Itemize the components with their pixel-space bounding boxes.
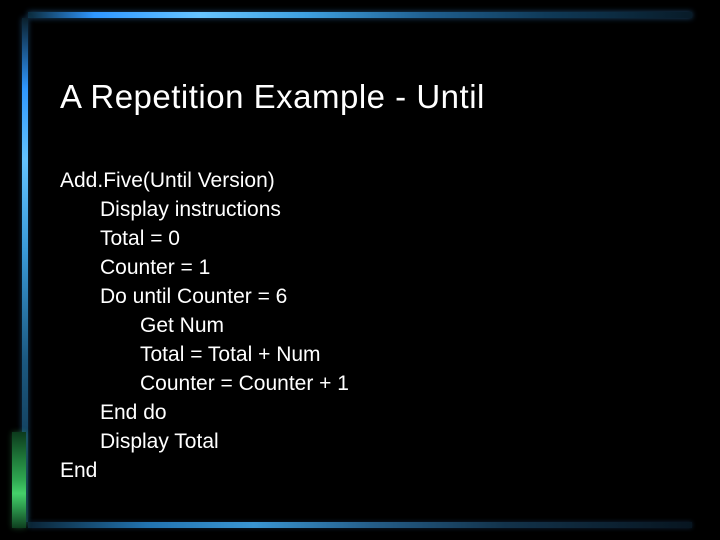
accent-green — [12, 432, 26, 528]
code-line: Counter = Counter + 1 — [60, 372, 349, 395]
code-line: Display instructions — [60, 198, 281, 221]
border-bottom — [28, 522, 692, 528]
code-line: Add.Five(Until Version) — [60, 169, 275, 192]
code-line: Get Num — [60, 314, 224, 337]
slide-title: A Repetition Example - Until — [60, 78, 672, 116]
code-line: Total = 0 — [60, 227, 180, 250]
code-line: Display Total — [60, 430, 219, 453]
slide-content: A Repetition Example - Until Add.Five(Un… — [60, 78, 672, 515]
code-line: Counter = 1 — [60, 256, 210, 279]
code-line: End do — [60, 401, 167, 424]
pseudocode-block: Add.Five(Until Version) Display instruct… — [60, 138, 672, 515]
code-line: Do until Counter = 6 — [60, 285, 287, 308]
border-top — [28, 12, 692, 18]
code-line: End — [60, 459, 97, 482]
slide: A Repetition Example - Until Add.Five(Un… — [0, 0, 720, 540]
code-line: Total = Total + Num — [60, 343, 321, 366]
